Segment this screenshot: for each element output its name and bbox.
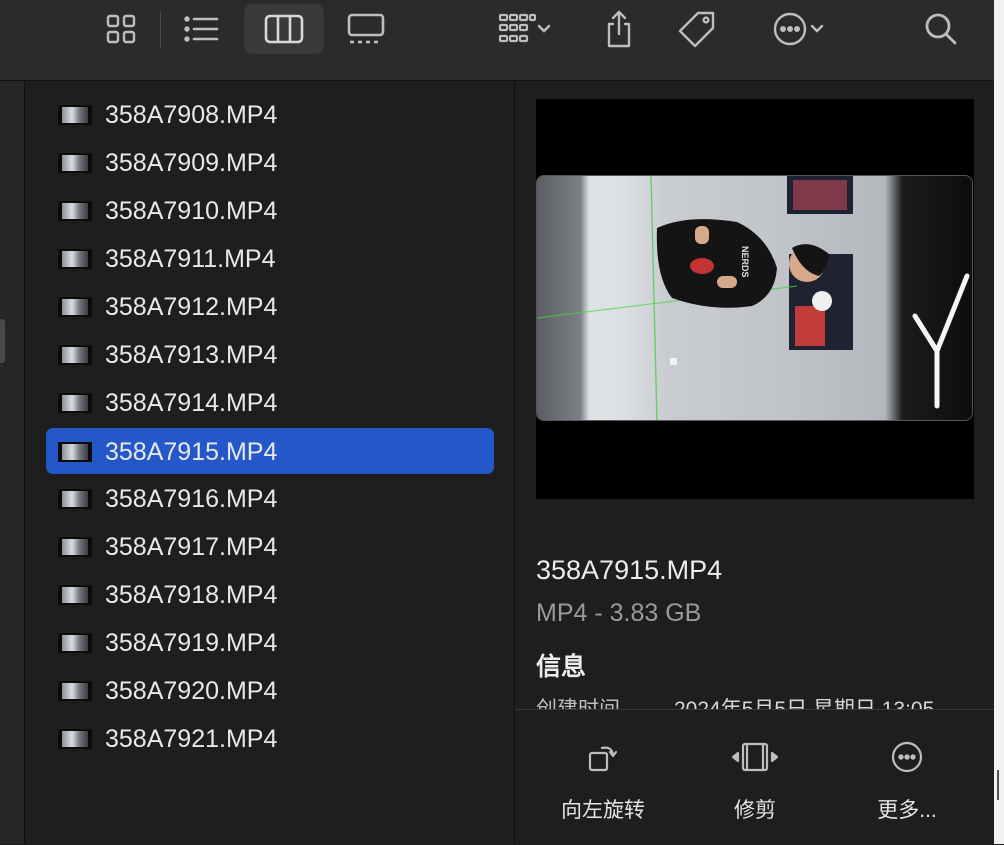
file-row[interactable]: 358A7921.MP4 <box>46 715 494 761</box>
share-icon <box>607 10 631 48</box>
more-icon <box>773 12 807 46</box>
list-view-icon <box>184 16 219 42</box>
resize-grip[interactable] <box>997 770 999 800</box>
chevron-down-icon <box>537 24 551 33</box>
list-view-button[interactable] <box>176 4 226 54</box>
video-thumbnail <box>58 537 92 557</box>
file-name: 358A7915.MP4 <box>105 438 278 466</box>
file-row[interactable]: 358A7916.MP4 <box>46 475 494 521</box>
file-name: 358A7919.MP4 <box>105 629 278 657</box>
video-thumbnail <box>58 393 92 413</box>
more-button[interactable]: 更多... <box>847 710 967 845</box>
rotate-left-icon <box>588 746 618 772</box>
file-name: 358A7920.MP4 <box>105 677 278 705</box>
file-row[interactable]: 358A7913.MP4 <box>46 331 494 377</box>
file-name: 358A7912.MP4 <box>105 293 278 321</box>
preview-file-kind-size: MP4 - 3.83 GB <box>536 599 702 627</box>
video-still-image: NERDS <box>537 176 970 420</box>
file-row[interactable]: 358A7914.MP4 <box>46 379 494 425</box>
share-button[interactable] <box>596 4 642 54</box>
video-preview[interactable]: NERDS <box>536 99 974 499</box>
gallery-view-icon <box>347 13 385 44</box>
file-row[interactable]: 358A7917.MP4 <box>46 523 494 569</box>
shirt-text: NERDS <box>740 246 750 278</box>
tag-button[interactable] <box>672 4 722 54</box>
video-thumbnail <box>58 585 92 605</box>
file-row[interactable]: 358A7911.MP4 <box>46 235 494 281</box>
video-thumbnail <box>58 153 92 173</box>
file-row[interactable]: 358A7918.MP4 <box>46 571 494 617</box>
window-edge <box>994 0 1004 844</box>
file-name: 358A7914.MP4 <box>105 389 278 417</box>
gallery-view-button[interactable] <box>340 4 392 54</box>
video-thumbnail <box>58 345 92 365</box>
file-name: 358A7918.MP4 <box>105 581 278 609</box>
file-row[interactable]: 358A7909.MP4 <box>46 139 494 185</box>
file-list-column: 358A7908.MP4 358A7909.MP4 358A7910.MP4 3… <box>25 81 515 844</box>
sidebar-edge <box>0 81 25 844</box>
file-row[interactable]: 358A7919.MP4 <box>46 619 494 665</box>
column-view-button[interactable] <box>244 4 324 54</box>
group-icon <box>498 13 536 43</box>
preview-file-name: 358A7915.MP4 <box>536 555 723 585</box>
file-row[interactable]: 358A7912.MP4 <box>46 283 494 329</box>
video-thumbnail <box>58 633 92 653</box>
file-name: 358A7917.MP4 <box>105 533 278 561</box>
video-thumbnail <box>58 105 92 125</box>
file-name: 358A7910.MP4 <box>105 197 278 225</box>
file-row-selected[interactable]: 358A7915.MP4 <box>46 428 494 474</box>
info-created-row: 创建时间 2024年5月5日 星期日 13:05 <box>536 689 976 709</box>
preview-column: NERDS 358A7915.MP4 MP4 - 3.83 GB 信息 创建时间… <box>515 81 994 844</box>
file-name: 358A7908.MP4 <box>105 101 278 129</box>
created-label: 创建时间 <box>536 693 620 709</box>
more-actions-button[interactable] <box>760 4 836 54</box>
rotate-left-button[interactable]: 向左旋转 <box>543 710 663 845</box>
info-section-heading: 信息 <box>536 653 587 681</box>
file-name: 358A7911.MP4 <box>105 245 276 273</box>
video-thumbnail <box>58 442 92 462</box>
search-button[interactable] <box>916 4 966 54</box>
icon-view-icon <box>106 14 136 44</box>
video-thumbnail <box>58 297 92 317</box>
video-thumbnail <box>58 249 92 269</box>
column-view-icon <box>264 14 304 44</box>
file-row[interactable]: 358A7910.MP4 <box>46 187 494 233</box>
video-thumbnail <box>58 681 92 701</box>
more-label: 更多... <box>877 799 937 822</box>
video-frame: NERDS <box>536 175 973 421</box>
video-thumbnail <box>58 729 92 749</box>
file-name: 358A7909.MP4 <box>105 149 278 177</box>
search-icon <box>925 13 957 45</box>
file-row[interactable]: 358A7920.MP4 <box>46 667 494 713</box>
created-value: 2024年5月5日 星期日 13:05 <box>674 693 934 709</box>
trim-label: 修剪 <box>734 799 776 822</box>
trim-button[interactable]: 修剪 <box>695 710 815 845</box>
tag-icon <box>678 11 715 48</box>
rotate-left-label: 向左旋转 <box>561 799 645 822</box>
video-thumbnail <box>58 489 92 509</box>
chevron-down-icon <box>810 24 824 33</box>
quick-actions-bar: 向左旋转 修剪 更多... <box>515 709 994 845</box>
file-name: 358A7913.MP4 <box>105 341 278 369</box>
video-thumbnail <box>58 201 92 221</box>
toolbar <box>0 0 994 81</box>
sidebar-resize-handle[interactable] <box>0 319 5 363</box>
file-row[interactable]: 358A7908.MP4 <box>46 91 494 137</box>
icon-view-button[interactable] <box>96 4 146 54</box>
file-name: 358A7921.MP4 <box>105 725 278 753</box>
file-name: 358A7916.MP4 <box>105 485 278 513</box>
toolbar-separator <box>160 12 161 48</box>
more-circle-icon <box>891 741 923 773</box>
group-button[interactable] <box>484 4 564 54</box>
trim-icon <box>731 742 779 772</box>
